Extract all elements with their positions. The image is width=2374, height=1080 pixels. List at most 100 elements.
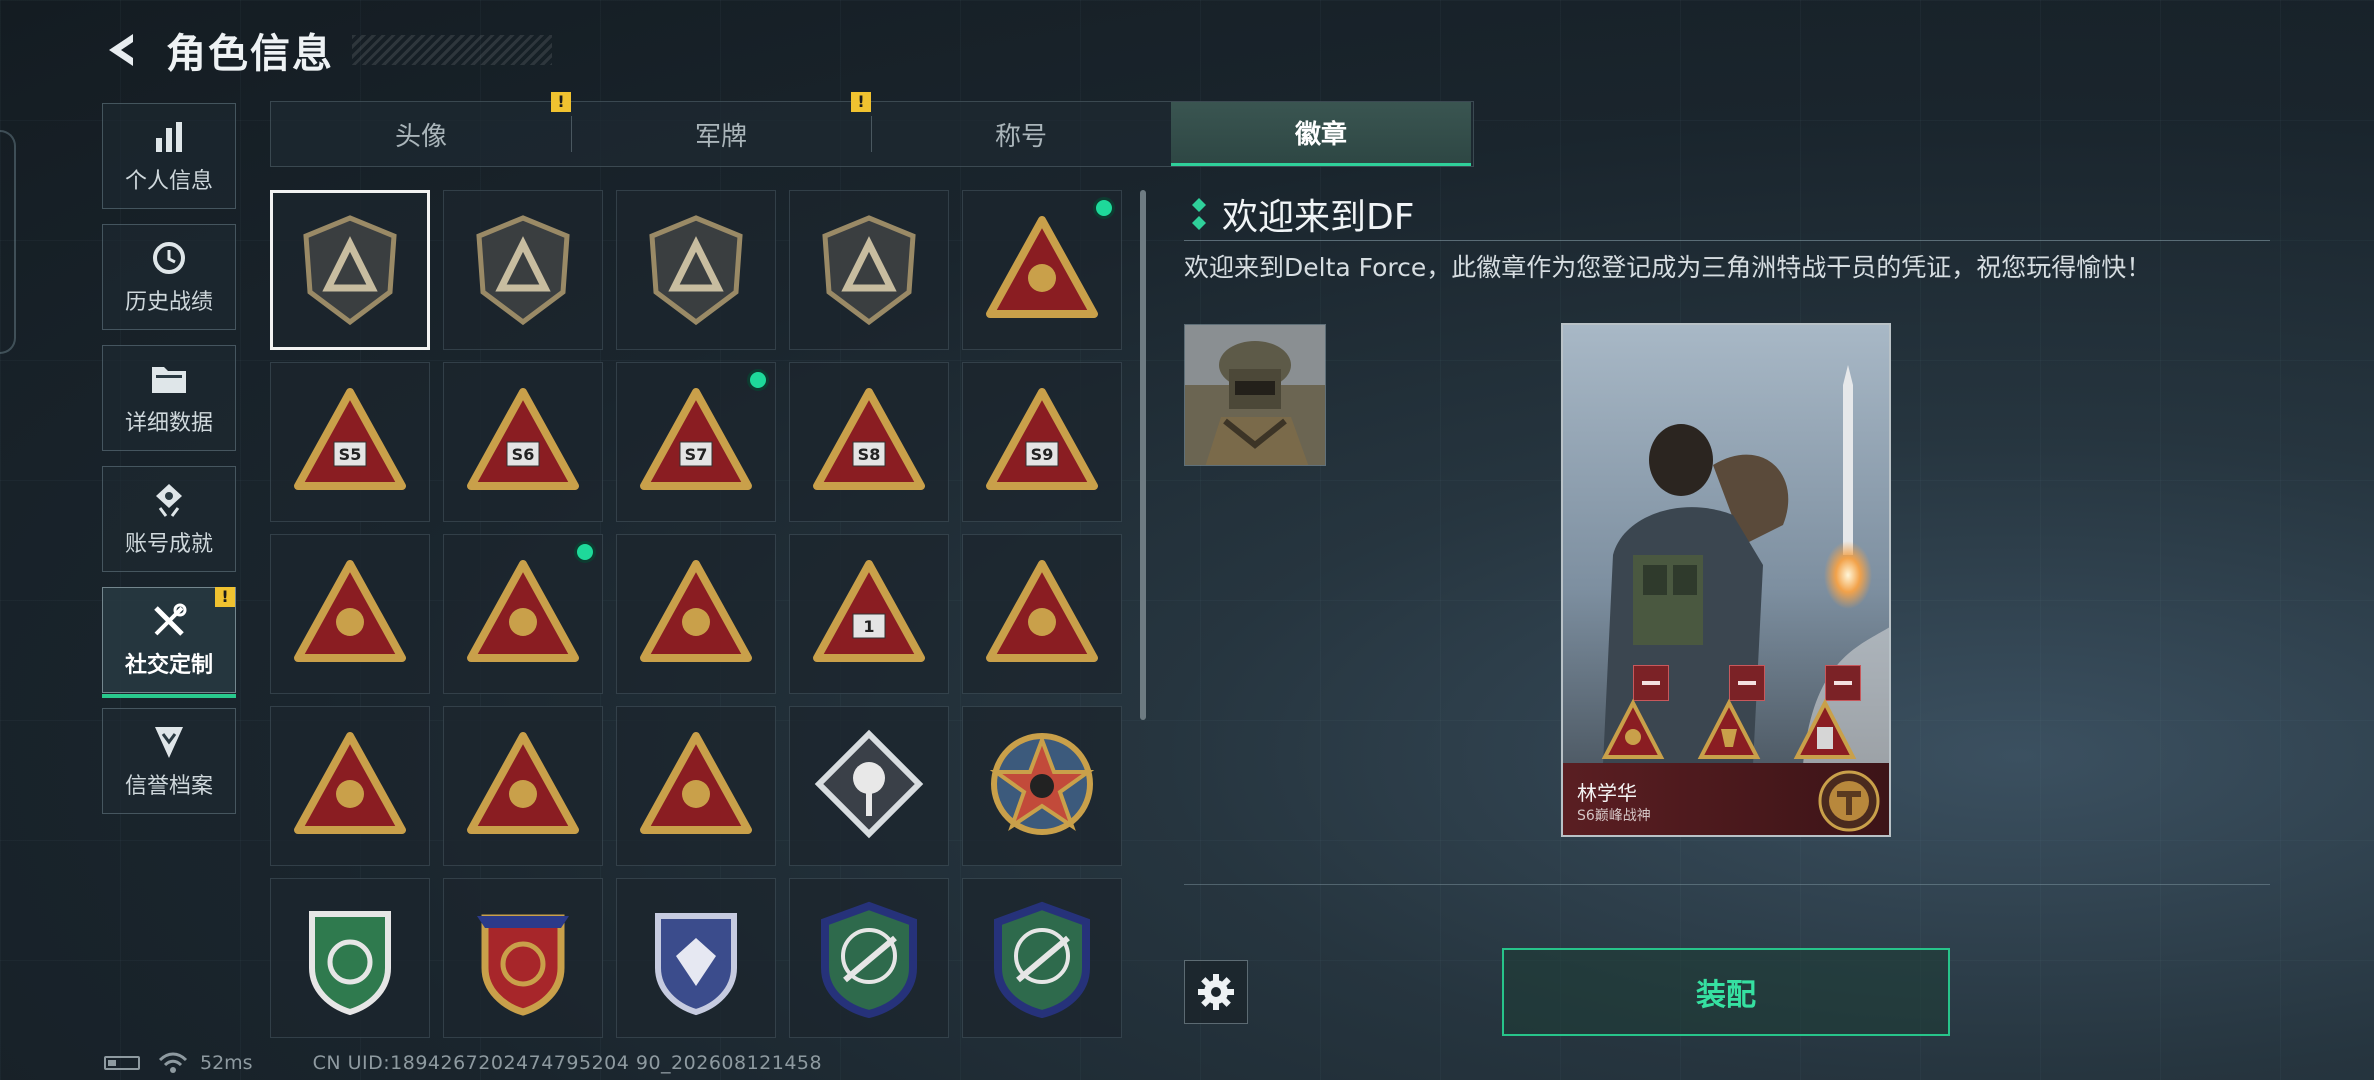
- sidebar-item-label: 账号成就: [124, 532, 213, 557]
- header: 角色信息: [100, 18, 552, 82]
- left-edge-handle[interactable]: [0, 130, 16, 354]
- badge-icon: [303, 215, 397, 326]
- badge-slot[interactable]: 1: [789, 534, 949, 694]
- sidebar-item-achievements[interactable]: 账号成就: [102, 466, 236, 572]
- badge-icon: [989, 733, 1095, 835]
- svg-text:S9: S9: [1031, 445, 1054, 464]
- battery-icon: [104, 1056, 140, 1070]
- shield-check-icon: [152, 722, 186, 762]
- equipped-badge-3: [1793, 698, 1857, 759]
- warning-badge: !: [851, 92, 871, 112]
- badge-slot[interactable]: [270, 706, 430, 866]
- svg-text:S5: S5: [339, 445, 362, 464]
- warning-badge: !: [215, 587, 235, 607]
- tab-title[interactable]: 称号: [871, 102, 1171, 166]
- badge-icon: [649, 215, 743, 326]
- badge-slot[interactable]: S7: [616, 362, 776, 522]
- sidebar-item-history[interactable]: 历史战绩: [102, 224, 236, 330]
- equipped-badge-1: [1601, 698, 1665, 759]
- status-bar: 52ms CN UID:1894267202474795204 90_20260…: [104, 1052, 822, 1074]
- title-decoration: [352, 35, 552, 65]
- divider: [1184, 240, 2270, 241]
- badge-slot[interactable]: [616, 534, 776, 694]
- badge-slot[interactable]: [789, 878, 949, 1038]
- badge-icon: S7: [640, 388, 752, 490]
- sidebar-item-label: 详细数据: [124, 411, 213, 436]
- sidebar-item-reputation[interactable]: 信誉档案: [102, 708, 236, 814]
- folder-icon: [150, 359, 188, 399]
- badge-slot[interactable]: [789, 190, 949, 350]
- svg-text:S6: S6: [512, 445, 535, 464]
- sidebar-item-details[interactable]: 详细数据: [102, 345, 236, 451]
- badge-slot[interactable]: [962, 706, 1122, 866]
- badge-slot[interactable]: S9: [962, 362, 1122, 522]
- sidebar-item-label: 社交定制: [124, 653, 213, 678]
- badge-icon: S6: [467, 388, 579, 490]
- equipped-badges: [1601, 698, 1857, 759]
- new-indicator: [574, 541, 596, 563]
- badge-icon: [994, 901, 1090, 1018]
- badge-slot[interactable]: [270, 190, 430, 350]
- badge-icon: [294, 732, 406, 834]
- badge-slot[interactable]: [616, 190, 776, 350]
- badge-slot[interactable]: [616, 878, 776, 1038]
- sidebar-item-profile[interactable]: 个人信息: [102, 103, 236, 209]
- avatar-preview: [1184, 324, 1326, 466]
- svg-text:1: 1: [863, 617, 874, 636]
- badge-icon: [821, 901, 917, 1018]
- badge-icon: [640, 560, 752, 662]
- svg-text:S7: S7: [685, 445, 708, 464]
- badge-icon: [822, 215, 916, 326]
- badge-slot[interactable]: [270, 534, 430, 694]
- badge-icon: [309, 911, 391, 1016]
- tab-badge[interactable]: 徽章: [1171, 102, 1471, 166]
- badge-icon: [476, 215, 570, 326]
- badge-slot[interactable]: [443, 706, 603, 866]
- equip-button[interactable]: 装配: [1502, 948, 1950, 1036]
- badge-icon: [640, 732, 752, 834]
- bar-chart-icon: [152, 117, 186, 157]
- sidebar-item-label: 历史战绩: [124, 290, 213, 315]
- badge-grid-scrollbar[interactable]: [1140, 190, 1146, 720]
- tab-avatar[interactable]: 头像 !: [271, 92, 571, 166]
- badge-icon: S5: [294, 388, 406, 490]
- badge-icon: [467, 732, 579, 834]
- player-card-footer: 林学华 S6巅峰战神: [1563, 763, 1889, 835]
- badge-slot[interactable]: [270, 878, 430, 1038]
- tab-label: 军牌: [694, 121, 747, 152]
- settings-button[interactable]: [1184, 960, 1248, 1024]
- badge-icon: [477, 914, 569, 1016]
- badge-slot[interactable]: [789, 706, 949, 866]
- medal-icon: [152, 480, 186, 520]
- new-indicator: [1093, 197, 1115, 219]
- user-uid: CN UID:1894267202474795204 90_2026081214…: [312, 1052, 823, 1074]
- tab-bar: 头像 ! 军牌 ! 称号 徽章: [270, 92, 1474, 167]
- badge-slot[interactable]: S8: [789, 362, 949, 522]
- badge-slot[interactable]: [962, 878, 1122, 1038]
- badge-slot[interactable]: S6: [443, 362, 603, 522]
- badge-detail-title: 欢迎来到DF: [1222, 197, 1415, 238]
- badge-slot[interactable]: [443, 190, 603, 350]
- tab-dogtag[interactable]: 军牌 !: [571, 92, 871, 166]
- badge-icon: [294, 560, 406, 662]
- badge-slot[interactable]: [616, 706, 776, 866]
- tab-label: 头像: [394, 121, 447, 152]
- soldier-portrait-image: [1185, 325, 1325, 465]
- sidebar-item-label: 个人信息: [124, 169, 213, 194]
- badge-slot[interactable]: [962, 190, 1122, 350]
- badge-icon: [986, 560, 1098, 662]
- badge-icon: S9: [986, 388, 1098, 490]
- badge-slot[interactable]: [443, 878, 603, 1038]
- back-button[interactable]: [100, 28, 144, 72]
- tab-label: 称号: [994, 121, 1047, 152]
- player-rank-title: S6巅峰战神: [1577, 808, 1651, 824]
- tab-label: 徽章: [1294, 120, 1347, 150]
- sidebar-item-social[interactable]: ! 社交定制: [102, 587, 236, 698]
- page-title: 角色信息: [166, 31, 334, 77]
- svg-text:S8: S8: [858, 445, 881, 464]
- equipped-badge-2: [1697, 698, 1761, 759]
- badge-slot[interactable]: S5: [270, 362, 430, 522]
- badge-slot[interactable]: [962, 534, 1122, 694]
- badge-slot[interactable]: [443, 534, 603, 694]
- sidebar: 个人信息 历史战绩 详细数据 账号成就 ! 社交定制 信誉档案: [102, 103, 238, 829]
